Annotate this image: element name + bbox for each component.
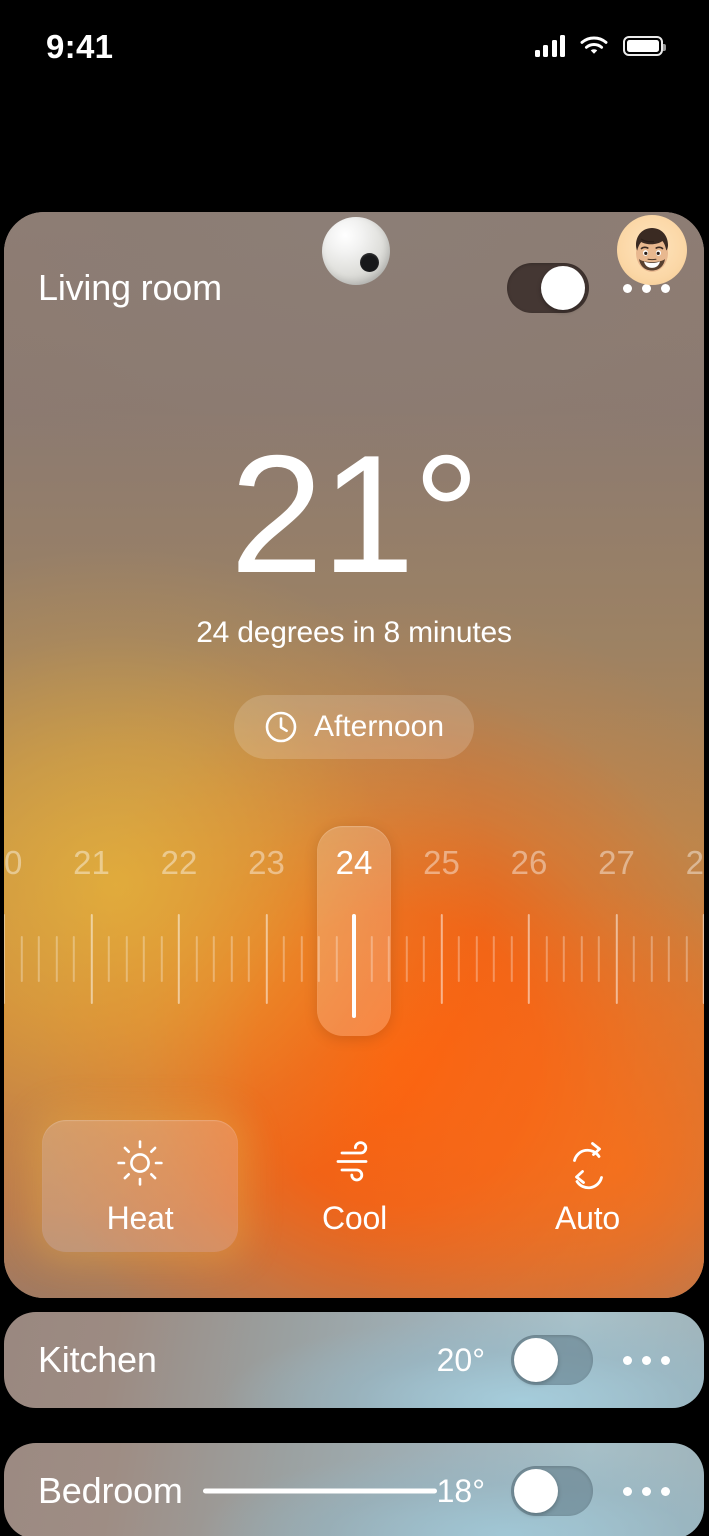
- mode-selector: Heat Cool Auto: [4, 1118, 704, 1254]
- thermostat-card: Living room 21° 24 degrees in 8 minutes: [4, 212, 704, 1298]
- home-sphere-icon[interactable]: [322, 217, 390, 285]
- room-power-toggle[interactable]: [507, 263, 589, 313]
- room-more-button[interactable]: [623, 283, 670, 293]
- schedule-pill-button[interactable]: Afternoon: [233, 695, 475, 759]
- slider-tick-label-26: 26: [510, 844, 548, 881]
- slider-thumb[interactable]: [317, 826, 391, 1036]
- slider-minor-tick: [685, 936, 688, 982]
- mode-label-cool: Cool: [321, 1199, 387, 1236]
- schedule-label: Afternoon: [313, 710, 445, 743]
- slider-minor-tick: [282, 936, 286, 982]
- bedroom-more-button[interactable]: [623, 1486, 670, 1496]
- bedroom-spacer: [183, 1443, 437, 1536]
- slider-tick-label-25: 25: [423, 844, 460, 881]
- top-nav-row: [0, 104, 709, 285]
- toggle-knob: [541, 266, 585, 310]
- slider-minor-tick: [247, 936, 251, 982]
- slider-major-tick: [90, 914, 93, 1004]
- room-row-bedroom[interactable]: Bedroom 18°: [4, 1443, 704, 1536]
- slider-thumb-indicator: [352, 914, 356, 1018]
- slider-major-tick: [4, 914, 6, 1004]
- room-row-kitchen[interactable]: Kitchen 20°: [4, 1312, 704, 1408]
- toggle-knob: [514, 1338, 558, 1382]
- mode-label-heat: Heat: [106, 1199, 174, 1236]
- slider-minor-tick: [632, 936, 636, 982]
- slider-minor-tick: [160, 936, 163, 982]
- slider-major-tick: [702, 914, 704, 1004]
- battery-icon: [623, 36, 666, 56]
- kitchen-spacer: [157, 1312, 437, 1408]
- slider-minor-tick: [125, 936, 128, 982]
- slider-tick-label-28: 28: [685, 844, 704, 881]
- wifi-icon: [580, 35, 608, 57]
- sun-icon: [113, 1136, 167, 1190]
- kitchen-room-name: Kitchen: [38, 1339, 157, 1380]
- slider-major-tick: [177, 914, 181, 1004]
- status-bar-indicators: [534, 35, 666, 57]
- slider-minor-tick: [195, 936, 198, 982]
- slider-minor-tick: [20, 936, 23, 982]
- slider-minor-tick: [492, 936, 496, 982]
- slider-major-tick: [440, 914, 443, 1004]
- slider-major-tick: [527, 914, 531, 1004]
- slider-minor-tick: [650, 936, 653, 982]
- phone-screen: 9:41 Living room 21° 24 degrees in 8 min…: [0, 0, 709, 1536]
- slider-minor-tick: [405, 936, 408, 982]
- mode-label-auto: Auto: [554, 1199, 621, 1236]
- slider-minor-tick: [667, 936, 671, 982]
- slider-major-tick: [615, 914, 618, 1004]
- memoji-avatar-icon[interactable]: [617, 215, 687, 285]
- slider-tick-label-22: 22: [160, 844, 198, 881]
- room-title: Living room: [38, 267, 222, 308]
- status-bar: 9:41: [0, 0, 709, 92]
- slider-minor-tick: [72, 936, 76, 982]
- cellular-signal-icon: [534, 35, 565, 57]
- kitchen-more-button[interactable]: [623, 1355, 670, 1365]
- slider-minor-tick: [55, 936, 58, 982]
- slider-minor-tick: [580, 936, 583, 982]
- temperature-slider[interactable]: 202122232425262728: [4, 826, 704, 1042]
- mode-button-auto[interactable]: Auto: [471, 1120, 704, 1252]
- slider-minor-tick: [545, 936, 548, 982]
- bedroom-drag-line[interactable]: [202, 1488, 437, 1494]
- slider-tick-label-20: 20: [4, 844, 23, 881]
- slider-major-tick: [265, 914, 268, 1004]
- slider-minor-tick: [597, 936, 601, 982]
- slider-minor-tick: [562, 936, 566, 982]
- status-bar-time: 9:41: [46, 27, 114, 65]
- toggle-knob: [514, 1469, 558, 1513]
- mode-button-cool[interactable]: Cool: [238, 1120, 471, 1252]
- slider-minor-tick: [212, 936, 216, 982]
- wind-icon: [328, 1136, 382, 1190]
- loop-arrows-icon: [561, 1136, 615, 1190]
- slider-minor-tick: [230, 936, 233, 982]
- bedroom-room-name: Bedroom: [38, 1470, 183, 1511]
- current-temperature: 21°: [229, 420, 480, 608]
- kitchen-power-toggle[interactable]: [511, 1335, 593, 1385]
- temperature-status-text: 24 degrees in 8 minutes: [196, 616, 512, 649]
- slider-minor-tick: [510, 936, 513, 982]
- slider-minor-tick: [422, 936, 426, 982]
- slider-minor-tick: [457, 936, 461, 982]
- bedroom-power-toggle[interactable]: [511, 1466, 593, 1516]
- slider-minor-tick: [37, 936, 41, 982]
- slider-minor-tick: [475, 936, 478, 982]
- mode-button-heat[interactable]: Heat: [42, 1120, 238, 1252]
- kitchen-temperature: 20°: [436, 1341, 485, 1378]
- slider-minor-tick: [142, 936, 146, 982]
- bedroom-temperature: 18°: [436, 1472, 485, 1509]
- slider-tick-label-23: 23: [248, 844, 285, 881]
- slider-tick-label-21: 21: [73, 844, 110, 881]
- slider-minor-tick: [107, 936, 111, 982]
- clock-icon: [264, 710, 298, 744]
- slider-tick-label-27: 27: [598, 844, 635, 881]
- slider-minor-tick: [300, 936, 303, 982]
